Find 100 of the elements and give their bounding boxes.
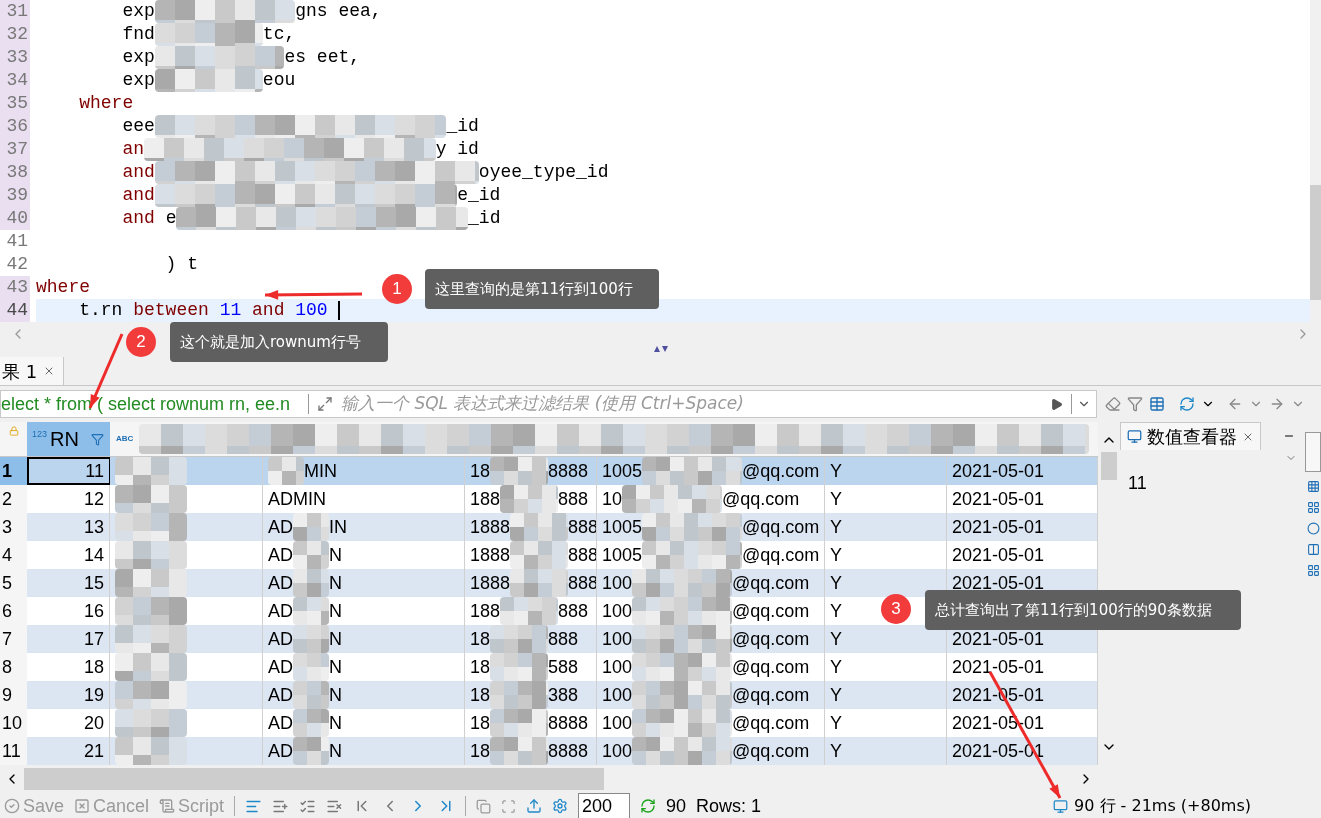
table-cell: 18 588 (465, 653, 597, 681)
action-icon (4, 798, 20, 814)
line-number: 32 (0, 23, 30, 46)
expand-icon[interactable] (317, 396, 333, 412)
table-cell: 11 (27, 457, 110, 485)
code-line: an y id (121, 138, 479, 161)
code-line: exp es eet, (121, 46, 361, 69)
focus-icon[interactable] (501, 798, 517, 814)
table-cell: 100 @qq.com (597, 597, 825, 625)
line-number: 36 (0, 115, 30, 138)
callout-tooltip: 2 (126, 327, 156, 357)
scrollbar-thumb[interactable] (24, 767, 604, 790)
refresh-icon[interactable] (1179, 396, 1195, 412)
annotation-tooltip: 这里查询的是第11行到100行 (425, 269, 659, 309)
scrollbar-thumb[interactable] (1310, 185, 1321, 300)
table-settings-icon[interactable] (1149, 396, 1165, 412)
row-number: 3 (0, 513, 27, 541)
fetch-size-field[interactable]: 200 (578, 793, 631, 818)
line-number: 35 (0, 92, 30, 115)
row-number: 10 (0, 709, 27, 737)
refresh-icon[interactable] (640, 798, 657, 814)
copy-icon[interactable] (476, 798, 492, 814)
action-icon (74, 798, 91, 814)
circle-icon[interactable] (1306, 522, 1320, 535)
code-line: t.rn between 11 and 100 (78, 299, 329, 322)
table-cell: 188 888 (465, 485, 597, 513)
forward-icon[interactable] (1269, 396, 1285, 412)
table-cell: 100 @qq.com (597, 653, 825, 681)
query-summary: 90 行 - 21ms (+80ms) (1074, 795, 1251, 817)
line-number: 33 (0, 46, 30, 69)
action-icon (159, 798, 176, 814)
grid-icon[interactable] (1306, 501, 1320, 514)
fetched-count: 90 (666, 794, 687, 818)
column-header[interactable]: ABC (110, 422, 1098, 456)
line-number: 40 (0, 207, 30, 230)
row-number: 1 (0, 457, 27, 485)
eraser-icon[interactable] (1105, 396, 1121, 412)
scrollbar-thumb[interactable] (1101, 452, 1117, 480)
settings-icon[interactable] (552, 798, 569, 814)
table-cell: Y (825, 737, 947, 765)
table-cell: 10 @qq.com (597, 485, 825, 513)
table-cell: 1005 @qq.com (597, 457, 825, 485)
table-cell: AD N (263, 737, 465, 765)
line-number: 38 (0, 161, 30, 184)
row-number: 8 (0, 653, 27, 681)
filter-bar[interactable]: elect * from ( select rownum rn, ee.n 输入一个 SQL 表达式来过滤结果 (使用 Ctrl+Space) (0, 390, 1097, 418)
panel-tab[interactable]: 数值查看器 (1120, 422, 1261, 450)
column-label: RN (50, 427, 79, 452)
code-line: and oyee_type_id (121, 161, 609, 184)
code-line: and e _id (121, 207, 501, 230)
code-line: and e_id (121, 184, 501, 207)
row-number: 9 (0, 681, 27, 709)
annotation-tooltip: 总计查询出了第11行到100行的90条数据 (925, 590, 1241, 630)
table-row[interactable]: 1 11 MIN 18 8888 1005 @qq.com Y 2021-05-01 (0, 457, 1098, 485)
annotation-tooltip: 这个就是加入rownum行号 (170, 322, 388, 362)
line-number: 31 (0, 0, 30, 23)
cell-value: 11 (1127, 472, 1148, 495)
result-tab[interactable]: 果 1 (0, 357, 65, 385)
code-line: ) t (164, 253, 199, 276)
sort-filter-icon[interactable] (91, 432, 104, 446)
line-number: 44 (0, 299, 30, 322)
filter-icon[interactable] (1127, 396, 1143, 412)
grid-icon[interactable] (1306, 480, 1320, 493)
row-number: 2 (0, 485, 27, 513)
export-icon[interactable] (526, 798, 543, 814)
back-icon[interactable] (1227, 396, 1243, 412)
table-row[interactable]: 7 17 AD N 18 888 100 @qq.com Y 2021-05-01 (0, 625, 1098, 653)
code-line: fnd tc, (121, 23, 296, 46)
row-number: 6 (0, 597, 27, 625)
table-cell: 18 8888 (465, 737, 597, 765)
line-number: 34 (0, 69, 30, 92)
filter-field[interactable]: 输入一个 SQL 表达式来过滤结果 (使用 Ctrl+Space) (341, 391, 1042, 417)
row-number: 7 (0, 625, 27, 653)
table-cell: 1005 @qq.com (597, 513, 825, 541)
table-cell: 100 @qq.com (597, 681, 825, 709)
layout-icon[interactable] (1306, 543, 1320, 556)
type-label: 123 (32, 428, 48, 441)
row-number: 5 (0, 569, 27, 597)
table-cell: 18 8888 (465, 709, 597, 737)
run-filter-icon[interactable] (1050, 397, 1063, 411)
code-line: where (78, 92, 134, 115)
table-cell: 100 @qq.com (597, 709, 825, 737)
table-cell: 188 888 (465, 597, 597, 625)
text-cursor (338, 301, 340, 320)
table-row[interactable]: 2 12 ADMIN 188 888 10 @qq.com Y 2021-05-01 (0, 485, 1098, 513)
table-cell: 18 388 (465, 681, 597, 709)
lock-icon (8, 426, 19, 436)
table-row[interactable]: 8 18 AD N 18 588 100 @qq.com Y 2021-05-01 (0, 653, 1098, 681)
table-cell: 100 @qq.com (597, 737, 825, 765)
panel-toggle-icon[interactable] (653, 346, 668, 352)
line-number: 43 (0, 276, 30, 299)
table-cell: 18 888 (465, 625, 597, 653)
table-cell: 1005 @qq.com (597, 541, 825, 569)
status-icon (1053, 798, 1069, 814)
table-cell: 100 @qq.com (597, 625, 825, 653)
code-line: exp gns eea, (121, 0, 382, 23)
table-cell: 18 8888 (465, 457, 597, 485)
dots-icon[interactable] (1306, 564, 1320, 577)
side-panel-tab[interactable] (1305, 432, 1321, 472)
row-number: 11 (0, 737, 27, 765)
